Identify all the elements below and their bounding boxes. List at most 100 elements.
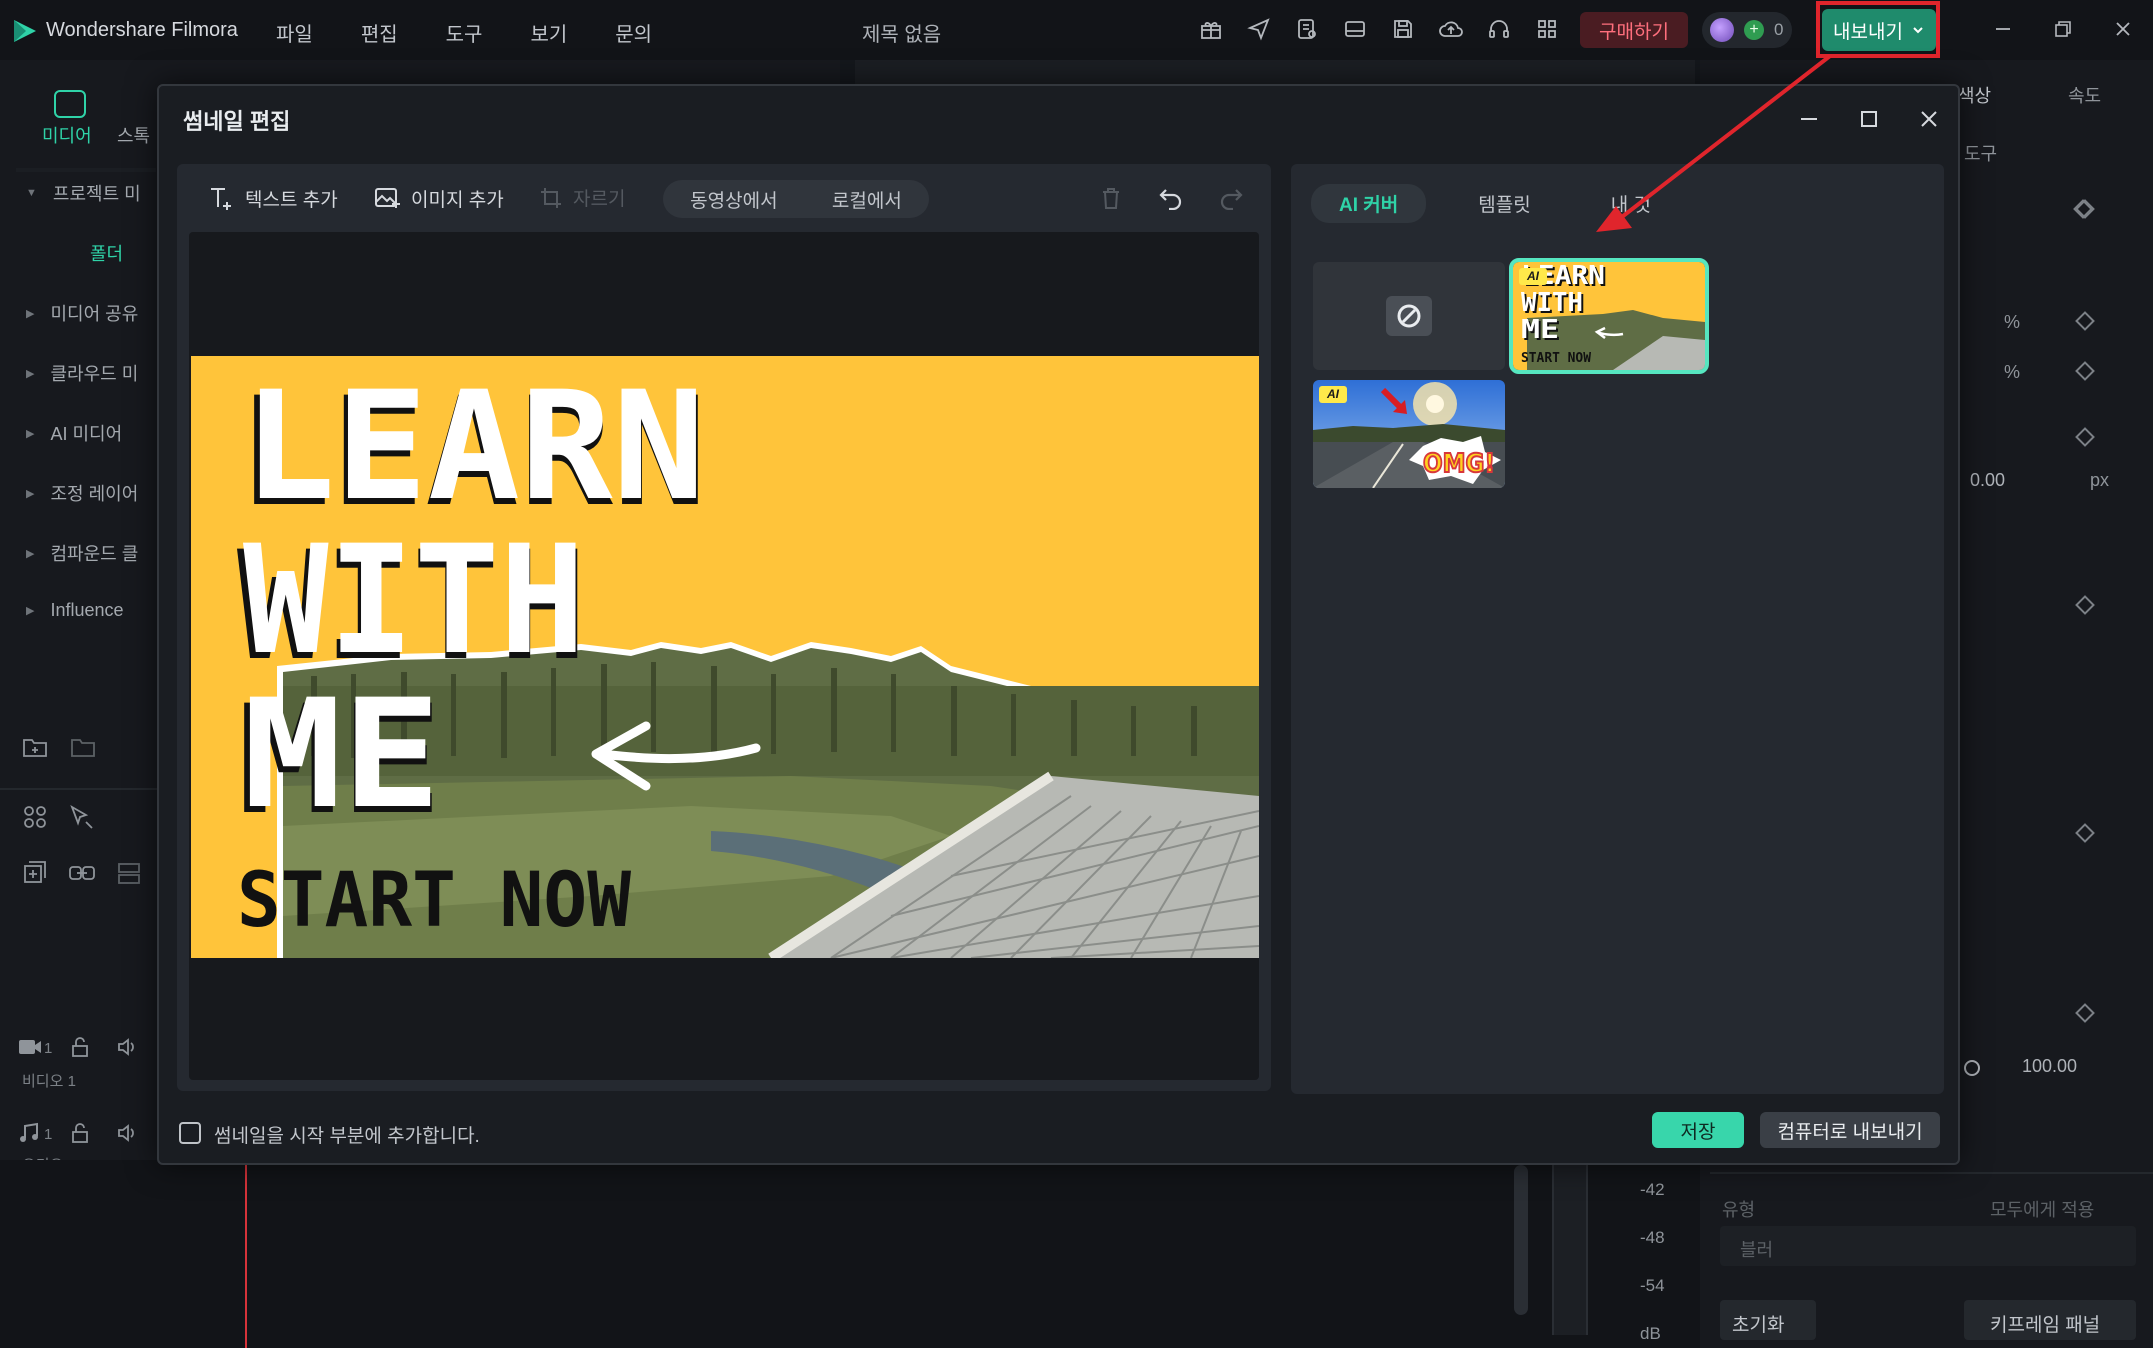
send-icon[interactable] xyxy=(1246,14,1272,44)
add-thumbnail-at-start-label: 썸네일을 시작 부분에 추가합니다. xyxy=(214,1126,480,1147)
restore-window-icon[interactable] xyxy=(2048,14,2078,44)
new-folder-icon[interactable] xyxy=(22,736,48,758)
cover-tabs: AI 커버 템플릿 내 것 xyxy=(1311,184,1679,223)
minimize-window-icon[interactable] xyxy=(1988,14,2018,44)
thumb-text-line4: START NOW xyxy=(237,855,631,944)
select-tool-icon[interactable] xyxy=(68,804,96,830)
export-to-computer-button[interactable]: 컴퓨터로 내보내기 xyxy=(1760,1112,1940,1148)
trash-icon[interactable] xyxy=(1097,184,1125,212)
redo-icon[interactable] xyxy=(1217,184,1245,212)
from-local-option[interactable]: 로컬에서 xyxy=(832,186,902,213)
close-window-icon[interactable] xyxy=(2108,14,2138,44)
sidebar-item-influence[interactable]: ▶ Influence xyxy=(26,600,124,621)
credits-badge[interactable]: + 0 xyxy=(1702,12,1792,48)
dialog-maximize-icon[interactable] xyxy=(1854,104,1884,134)
value-field[interactable]: 100.00 xyxy=(2022,1056,2077,1077)
thumbnail-canvas[interactable]: LEARN LEARN WITH WITH ME ME START NOW xyxy=(189,232,1259,1080)
sidebar-item-cloud-media[interactable]: ▶ 클라우드 미 xyxy=(26,360,138,386)
text-tool-icon xyxy=(211,188,231,210)
add-track-icon[interactable] xyxy=(22,860,48,886)
menu-file[interactable]: 파일 xyxy=(276,18,313,47)
svg-text:WITH: WITH xyxy=(1521,288,1583,318)
save-icon[interactable] xyxy=(1390,14,1416,44)
no-cover-option[interactable] xyxy=(1313,262,1505,370)
app-name: Wondershare Filmora xyxy=(46,19,238,41)
tab-speed[interactable]: 속도 xyxy=(2068,82,2101,108)
lock-icon[interactable] xyxy=(70,1036,90,1058)
thumb-text-line1: LEARN xyxy=(243,360,705,534)
audio-meter xyxy=(1552,1160,1588,1335)
timeline-scrollbar[interactable] xyxy=(1514,1165,1528,1315)
tab-template[interactable]: 템플릿 xyxy=(1450,184,1558,223)
menu-view[interactable]: 보기 xyxy=(530,18,567,47)
slider-handle[interactable] xyxy=(1964,1060,1980,1076)
sidebar-item-compound-clip[interactable]: ▶ 컴파운드 클 xyxy=(26,540,138,566)
buy-button[interactable]: 구매하기 xyxy=(1580,12,1688,48)
keyframe-panel-label: 키프레임 패널 xyxy=(1990,1315,2101,1336)
avatar[interactable] xyxy=(1710,18,1734,42)
tab-ai-cover[interactable]: AI 커버 xyxy=(1311,184,1427,223)
music-note-icon xyxy=(20,1122,38,1142)
export-highlight-box xyxy=(1816,1,1940,58)
layout-icon[interactable] xyxy=(1342,14,1368,44)
dialog-minimize-icon[interactable] xyxy=(1794,104,1824,134)
sidebar-item-project-media[interactable]: ▼ 프로젝트 미 xyxy=(26,180,141,206)
menu-edit[interactable]: 편집 xyxy=(361,18,398,47)
type-label: 유형 xyxy=(1722,1200,1756,1220)
plus-coin-icon: + xyxy=(1744,20,1764,40)
gift-icon[interactable] xyxy=(1198,14,1224,44)
video-track-label: 비디오 1 xyxy=(22,1073,76,1090)
add-text-button[interactable]: 텍스트 추가 xyxy=(207,184,338,212)
tab-mine[interactable]: 내 것 xyxy=(1583,184,1679,223)
px-unit: px xyxy=(2090,470,2110,490)
sidebar-item-ai-media[interactable]: ▶ AI 미디어 xyxy=(26,420,122,446)
thumbnail-preview[interactable]: LEARN LEARN WITH WITH ME ME START NOW xyxy=(191,356,1259,958)
speaker-icon[interactable] xyxy=(116,1036,138,1058)
crop-label: 자르기 xyxy=(573,189,626,210)
reset-label: 초기화 xyxy=(1732,1315,1785,1336)
undo-icon[interactable] xyxy=(1157,184,1185,212)
cloud-upload-icon[interactable] xyxy=(1438,14,1464,44)
ai-cover-omg[interactable]: OMG! AI xyxy=(1313,380,1505,488)
headset-icon[interactable] xyxy=(1486,14,1512,44)
timeline-area xyxy=(0,1160,1700,1348)
sidebar-item-folder[interactable]: 폴더 xyxy=(90,240,123,266)
playhead[interactable] xyxy=(245,1165,247,1348)
add-image-button[interactable]: 이미지 추가 xyxy=(373,184,504,212)
video-track-number: 1 xyxy=(44,1040,53,1057)
keyframe-panel-button[interactable]: 키프레임 패널 xyxy=(1964,1300,2136,1340)
apply-all-button[interactable]: 모두에게 적용 xyxy=(1990,1196,2094,1222)
ai-badge-2: AI xyxy=(1319,386,1347,403)
ai-badge: AI xyxy=(1519,268,1547,285)
tab-media[interactable]: 미디어 xyxy=(42,122,92,148)
menu-help[interactable]: 문의 xyxy=(615,18,652,47)
crop-button[interactable]: 자르기 xyxy=(539,184,625,211)
audio-speaker-icon[interactable] xyxy=(116,1122,138,1144)
thumbnail-edit-dialog: 썸네일 편집 텍스트 추가 이미지 추가 자르기 동영상에서 로컬에서 LEAR… xyxy=(157,84,1960,1165)
reset-button[interactable]: 초기화 xyxy=(1720,1300,1816,1340)
link-track-icon[interactable] xyxy=(68,860,96,886)
blur-select[interactable]: 블러 xyxy=(1720,1226,2136,1266)
cover-list-panel: AI 커버 템플릿 내 것 LEARN LEARN WITH WITH ME M… xyxy=(1291,164,1944,1094)
sidebar-item-adjustment-layer[interactable]: ▶ 조정 레이어 xyxy=(26,480,138,506)
notes-icon[interactable] xyxy=(1294,14,1320,44)
media-tab-icon[interactable] xyxy=(54,90,86,118)
credit-count: 0 xyxy=(1774,20,1784,39)
main-menu: 파일 편집 도구 보기 문의 xyxy=(276,18,652,47)
add-thumbnail-at-start-checkbox[interactable] xyxy=(179,1122,201,1144)
from-video-option[interactable]: 동영상에서 xyxy=(690,186,777,213)
grid-view-icon[interactable] xyxy=(22,804,48,830)
tab-color[interactable]: 색상 xyxy=(1958,82,1991,108)
document-title: 제목 없음 xyxy=(862,24,942,46)
dialog-close-icon[interactable] xyxy=(1914,104,1944,134)
menu-tools[interactable]: 도구 xyxy=(446,18,483,47)
apps-grid-icon[interactable] xyxy=(1534,14,1560,44)
audio-lock-icon[interactable] xyxy=(70,1122,90,1144)
position-value[interactable]: 0.00 xyxy=(1970,470,2005,491)
track-options-icon[interactable] xyxy=(116,860,142,886)
sidebar-item-shared-media[interactable]: ▶ 미디어 공유 xyxy=(26,300,138,326)
save-button[interactable]: 저장 xyxy=(1652,1112,1744,1148)
ai-cover-learn-with-me[interactable]: LEARN LEARN WITH WITH ME ME START NOW AI xyxy=(1509,258,1709,374)
tab-stock[interactable]: 스톡 xyxy=(117,122,150,148)
folder-icon[interactable] xyxy=(70,736,96,758)
